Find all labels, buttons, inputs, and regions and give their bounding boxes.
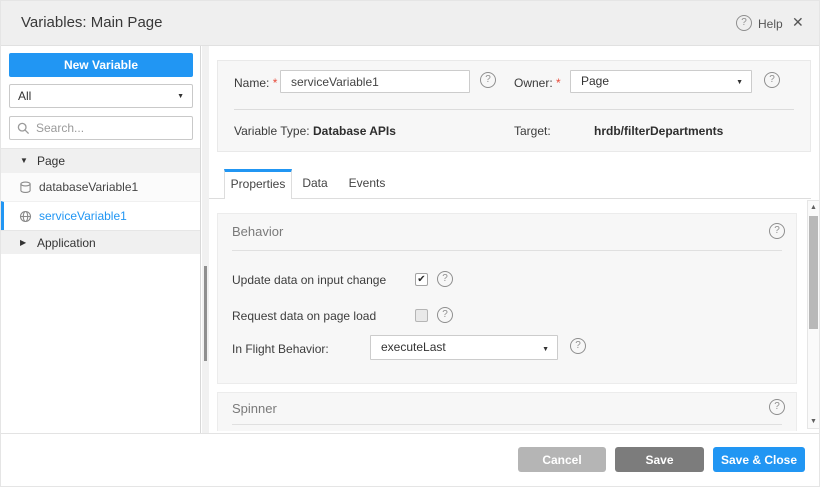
section-title: Spinner — [232, 401, 277, 416]
help-icon[interactable]: ? — [736, 15, 752, 31]
help-link[interactable]: Help — [758, 17, 783, 31]
chevron-down-icon: ▼ — [736, 72, 743, 93]
target-label: Target: — [514, 124, 551, 138]
tree-group-label: Page — [37, 149, 65, 173]
scroll-up-icon[interactable]: ▲ — [808, 204, 819, 211]
tree-item-service-variable[interactable]: serviceVariable1 — [1, 201, 200, 230]
search-input[interactable] — [36, 118, 186, 138]
chevron-down-icon: ▼ — [177, 86, 184, 108]
properties-tab-content: Behavior ? Update data on input change ✔… — [209, 199, 820, 431]
owner-select[interactable]: Page ▼ — [570, 70, 752, 93]
variables-dialog: Variables: Main Page ? Help ✕ New Variab… — [0, 0, 820, 487]
owner-label: Owner: * — [514, 76, 561, 90]
required-asterisk: * — [556, 76, 561, 90]
chevron-down-icon: ▼ — [542, 338, 549, 361]
owner-value: Page — [581, 74, 609, 88]
save-and-close-button[interactable]: Save & Close — [713, 447, 805, 472]
close-icon[interactable]: ✕ — [792, 14, 804, 31]
search-icon — [17, 122, 30, 135]
variables-tree: ▼ Page databaseVariable1 serviceVariable… — [1, 148, 200, 254]
spinner-help-icon[interactable]: ? — [769, 399, 785, 415]
tree-group-label: Application — [37, 231, 96, 255]
in-flight-behavior-help-icon[interactable]: ? — [570, 338, 586, 354]
divider — [232, 424, 782, 425]
content-scrollbar[interactable]: ▲ ▼ — [807, 200, 820, 429]
chevron-right-icon[interactable]: ▶ — [20, 231, 26, 255]
divider — [234, 109, 794, 110]
dialog-footer: Cancel Save Save & Close — [1, 433, 820, 487]
divider — [232, 250, 782, 251]
tab-data[interactable]: Data — [292, 169, 338, 198]
tree-item-label: databaseVariable1 — [39, 173, 138, 202]
sidebar-scrollbar-thumb[interactable] — [204, 266, 207, 361]
variable-summary-panel: Name: * ? Owner: * Page ▼ ? Variable Typ… — [217, 60, 811, 152]
tree-group-page[interactable]: ▼ Page — [1, 148, 200, 172]
new-variable-button[interactable]: New Variable — [9, 53, 193, 77]
variable-editor: Name: * ? Owner: * Page ▼ ? Variable Typ… — [209, 46, 820, 433]
section-title: Behavior — [232, 224, 283, 239]
update-on-input-label: Update data on input change — [232, 273, 386, 287]
save-button[interactable]: Save — [615, 447, 704, 472]
update-on-input-help-icon[interactable]: ? — [437, 271, 453, 287]
database-variable-icon — [19, 181, 32, 194]
tree-item-label: serviceVariable1 — [39, 202, 127, 231]
update-on-input-checkbox[interactable]: ✔ — [415, 273, 428, 286]
request-on-load-checkbox[interactable] — [415, 309, 428, 322]
variable-type-value: Database APIs — [313, 124, 396, 138]
globe-icon — [19, 210, 32, 223]
behavior-section: Behavior ? Update data on input change ✔… — [217, 213, 797, 384]
tree-group-application[interactable]: ▶ Application — [1, 230, 200, 254]
variable-filter-value: All — [18, 89, 31, 103]
request-on-load-label: Request data on page load — [232, 309, 376, 323]
variable-search — [9, 116, 193, 140]
tab-properties[interactable]: Properties — [224, 169, 292, 199]
request-on-load-help-icon[interactable]: ? — [437, 307, 453, 323]
editor-tabbar: Properties Data Events — [209, 169, 811, 199]
dialog-header: Variables: Main Page ? Help ✕ — [1, 1, 820, 46]
scroll-down-icon[interactable]: ▼ — [808, 418, 819, 425]
content-scrollbar-thumb[interactable] — [809, 216, 818, 329]
name-help-icon[interactable]: ? — [480, 72, 496, 88]
in-flight-behavior-label: In Flight Behavior: — [232, 342, 329, 356]
variable-filter-select[interactable]: All ▼ — [9, 84, 193, 108]
tree-item-database-variable[interactable]: databaseVariable1 — [1, 172, 200, 201]
name-field[interactable] — [280, 70, 470, 93]
dialog-title: Variables: Main Page — [21, 1, 162, 45]
check-icon: ✔ — [417, 274, 425, 285]
required-asterisk: * — [273, 76, 278, 90]
chevron-down-icon[interactable]: ▼ — [20, 149, 28, 173]
variable-type-label: Variable Type: — [234, 124, 310, 138]
target-value: hrdb/filterDepartments — [594, 124, 723, 138]
cancel-button[interactable]: Cancel — [518, 447, 606, 472]
variables-sidebar: New Variable All ▼ ▼ Page databaseVa — [1, 46, 201, 433]
name-label: Name: * — [234, 76, 277, 90]
spinner-section: Spinner ? — [217, 392, 797, 431]
behavior-help-icon[interactable]: ? — [769, 223, 785, 239]
in-flight-behavior-value: executeLast — [381, 340, 446, 354]
tab-events[interactable]: Events — [338, 169, 396, 198]
owner-help-icon[interactable]: ? — [764, 72, 780, 88]
sidebar-scrollbar[interactable] — [202, 46, 209, 433]
in-flight-behavior-select[interactable]: executeLast ▼ — [370, 335, 558, 360]
